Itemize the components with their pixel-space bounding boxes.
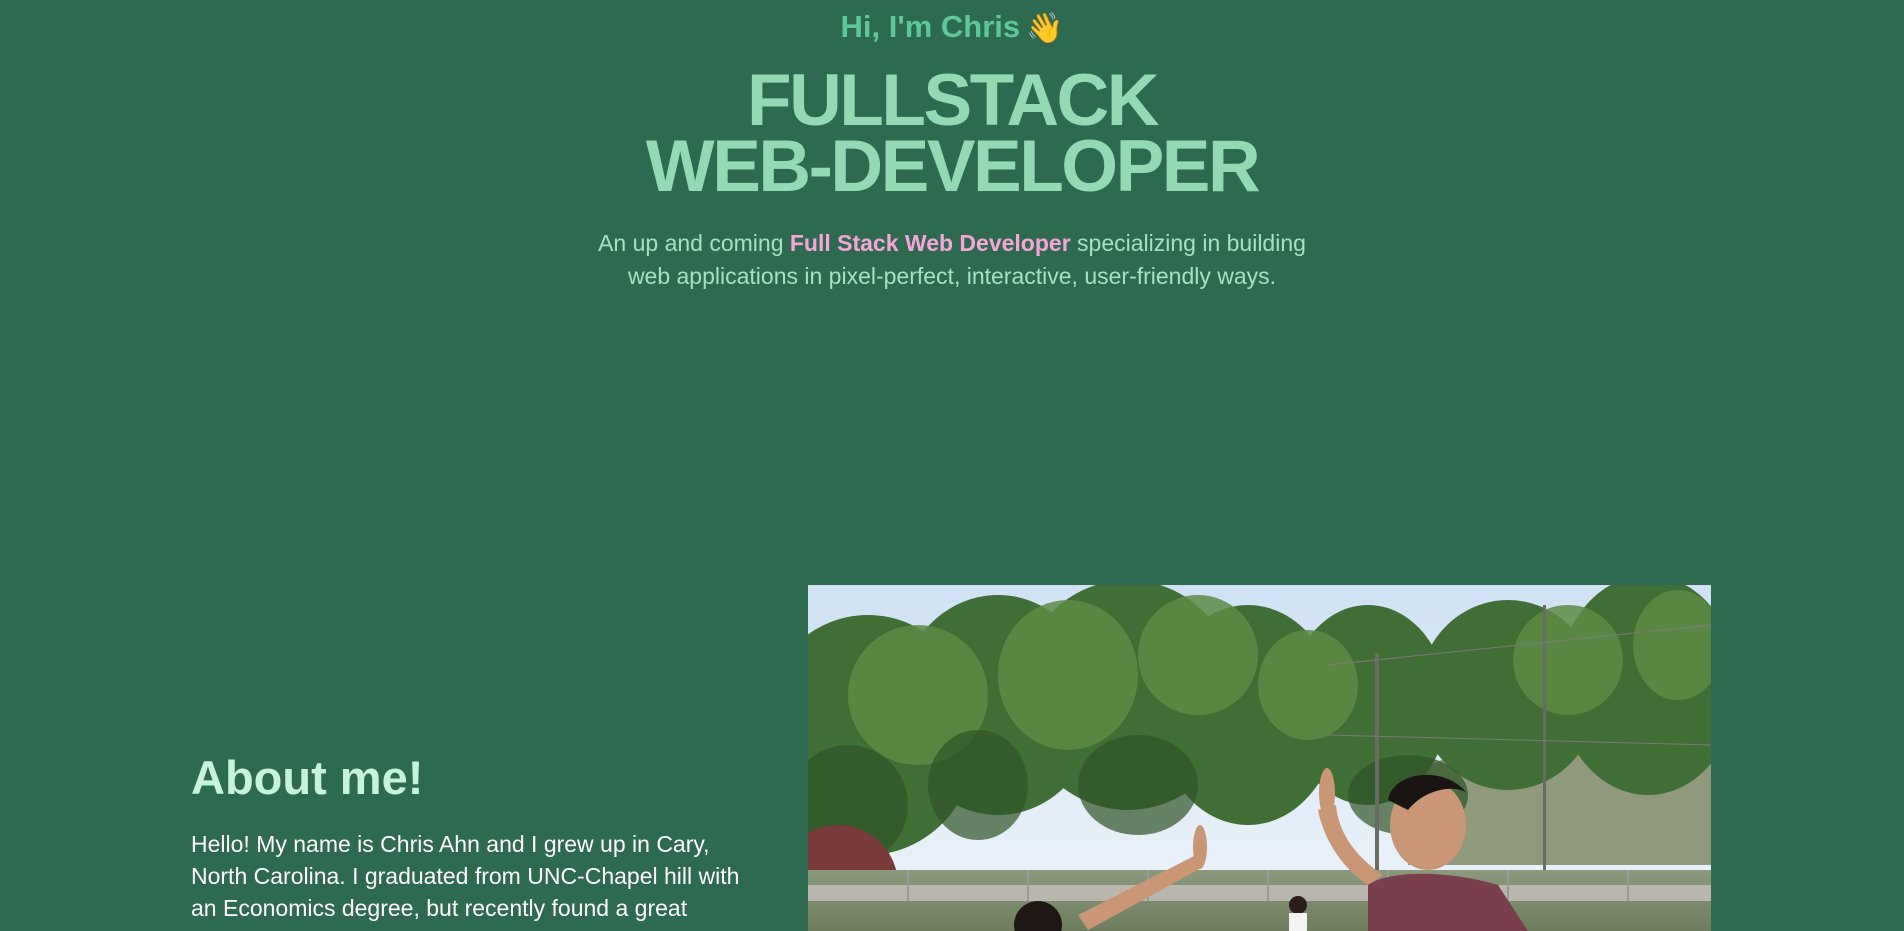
about-heading: About me! xyxy=(191,751,424,804)
greeting-heading: Hi, I'm Chris 👋 xyxy=(0,6,1904,50)
title-line-1: FULLSTACK xyxy=(746,60,1160,141)
subtitle-highlight: Full Stack Web Developer xyxy=(789,230,1071,256)
about-photo xyxy=(808,585,1711,931)
photo-illustration xyxy=(808,585,1711,931)
title-line-2: WEB-DEVELOPER xyxy=(645,126,1261,207)
subtitle-before: An up and coming xyxy=(598,230,790,256)
about-section: About me! Hello! My name is Chris Ahn an… xyxy=(191,748,771,931)
hero-subtitle: An up and coming Full Stack Web Develope… xyxy=(592,227,1312,293)
greeting-text: Hi, I'm Chris xyxy=(840,9,1021,44)
waving-hand-icon: 👋 xyxy=(1026,12,1064,45)
about-body: Hello! My name is Chris Ahn and I grew u… xyxy=(191,831,740,931)
page-title: FULLSTACK WEB-DEVELOPER xyxy=(0,60,1904,207)
